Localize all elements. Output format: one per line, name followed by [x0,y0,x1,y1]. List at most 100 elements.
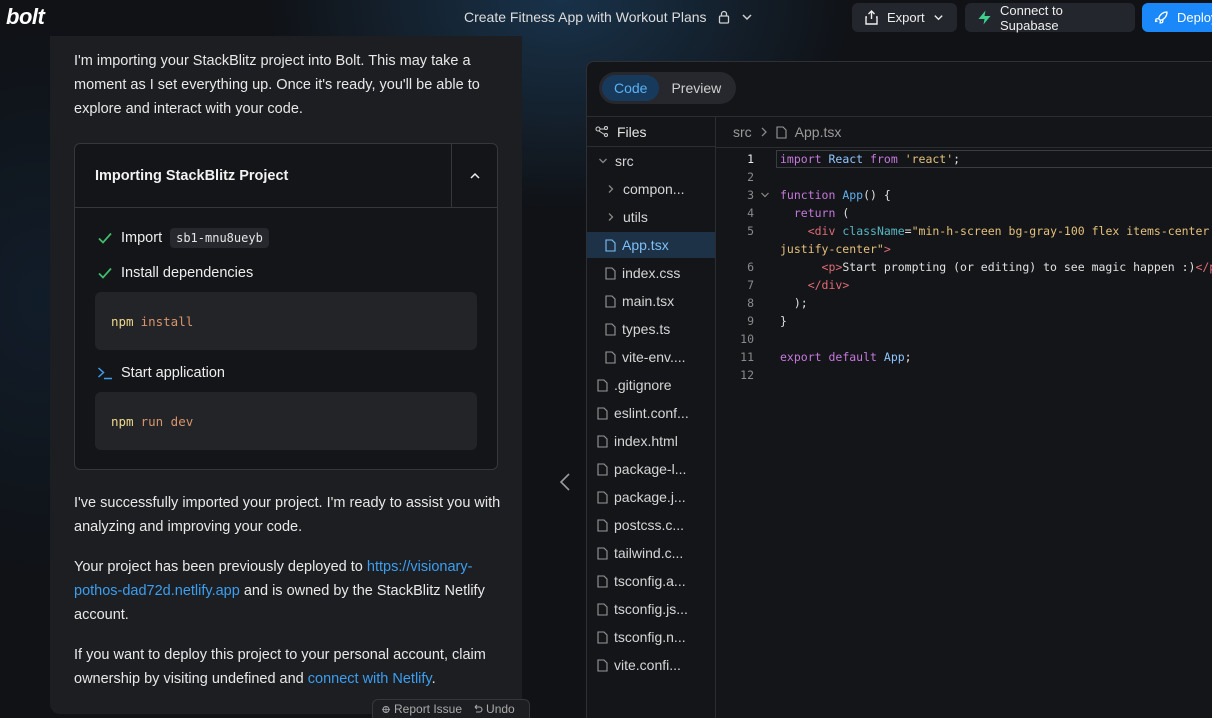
install-cmd-args: install [140,313,194,329]
chevron-right-icon [605,212,617,222]
code-line: 11 export default App; [716,348,1212,366]
tree-folder[interactable]: compon... [587,176,715,202]
tree-item-label: tailwind.c... [614,545,684,561]
code-line: 4 return ( [716,204,1212,222]
tree-file[interactable]: package-l... [587,456,715,482]
breadcrumb-file[interactable]: App.tsx [795,124,842,140]
tree-file[interactable]: tsconfig.n... [587,624,715,650]
file-icon [605,266,616,280]
tree-item-label: src [615,153,634,169]
rocket-icon [1154,10,1169,25]
code-text: import React from 'react'; [780,152,961,166]
chevron-down-icon [933,12,944,23]
line-number: 5 [747,224,754,238]
report-issue-button[interactable]: Report Issue [381,702,462,716]
code-text: ); [780,296,808,310]
tree-file[interactable]: postcss.c... [587,512,715,538]
tree-file[interactable]: eslint.conf... [587,400,715,426]
code-text: justify-center"> [780,242,891,256]
start-cmd-npm: npm [111,413,134,429]
file-icon [597,518,608,532]
tree-item-label: vite.confi... [614,657,681,673]
collapse-card-button[interactable] [451,144,497,208]
tree-item-label: package.j... [614,489,686,505]
deploy-msg-text: Your project has been previously deploye… [74,559,363,575]
file-icon [597,434,608,448]
file-icon [597,378,608,392]
tab-preview[interactable]: Preview [659,75,733,101]
start-cmd-args: run dev [140,413,194,429]
breadcrumb-folder[interactable]: src [733,124,752,140]
code-line: 6 <p>Start prompting (or editing) to see… [716,258,1212,276]
tree-file[interactable]: types.ts [587,316,715,342]
lock-icon[interactable] [717,10,731,24]
file-icon [597,658,608,672]
import-card-header[interactable]: Importing StackBlitz Project [75,144,497,208]
workbench-panel: Code Preview Files src compon... utils App.… [586,61,1212,718]
file-icon [605,322,616,336]
deploy-label: Deploy [1177,10,1212,25]
breadcrumb: src App.tsx [733,117,841,147]
tree-file[interactable]: tsconfig.js... [587,596,715,622]
file-icon [597,602,608,616]
tree-folder[interactable]: utils [587,204,715,230]
code-text: <p>Start prompting (or editing) to see m… [821,260,1212,274]
tree-file[interactable]: main.tsx [587,288,715,314]
code-line: 12 [716,366,1212,384]
tree-file[interactable]: vite-env.... [587,344,715,370]
tree-file[interactable]: package.j... [587,484,715,510]
chevron-right-icon [760,127,768,137]
tree-file[interactable]: tailwind.c... [587,540,715,566]
assistant-message-claim: If you want to deploy this project to yo… [74,643,504,691]
file-icon [597,406,608,420]
line-number: 3 [747,188,754,202]
tree-file[interactable]: vite.confi... [587,652,715,678]
file-icon [597,462,608,476]
code-line: 8 ); [716,294,1212,312]
file-icon [776,125,787,139]
tree-file[interactable]: index.html [587,428,715,454]
line-number: 9 [747,314,754,328]
line-number: 11 [740,350,754,364]
terminal-icon [97,365,113,381]
tree-item-label: eslint.conf... [614,405,689,421]
connect-supabase-button[interactable]: Connect to Supabase [965,3,1135,33]
undo-button[interactable]: Undo [472,702,515,716]
collapse-workbench-button[interactable] [558,472,572,497]
import-card-title: Importing StackBlitz Project [95,168,289,184]
tree-item-label: .gitignore [614,377,672,393]
check-icon [97,265,113,281]
import-artifact-card: Importing StackBlitz Project Import sb1-… [74,143,498,470]
bolt-logo[interactable]: bolt [6,4,45,30]
assistant-message-success: I've successfully imported your project.… [74,495,501,535]
code-line: 3 function App() { [716,186,1212,204]
tree-folder[interactable]: src [587,148,715,174]
bug-icon [381,704,391,714]
code-line: 5 <div className="min-h-screen bg-gray-1… [716,222,1212,240]
tab-code[interactable]: Code [602,75,660,101]
file-icon [597,630,608,644]
view-tabs: Code Preview [599,72,737,104]
tree-item-label: vite-env.... [622,349,686,365]
tree-item-label: index.html [614,433,678,449]
line-number: 7 [747,278,754,292]
code-text: <div className="min-h-screen bg-gray-100… [807,224,1210,238]
tree-file[interactable]: tsconfig.a... [587,568,715,594]
tree-file[interactable]: index.css [587,260,715,286]
tree-item-label: compon... [623,181,685,197]
project-title[interactable]: Create Fitness App with Workout Plans [464,9,707,25]
chevron-up-icon [469,170,481,182]
step-install: Install dependencies [97,265,253,281]
file-tree-icon [595,125,609,138]
connect-netlify-link[interactable]: connect with Netlify [308,671,432,687]
report-issue-label: Report Issue [394,702,463,716]
tree-item-label: utils [623,209,648,225]
line-number: 10 [740,332,754,346]
chevron-down-icon[interactable] [741,11,753,23]
line-number: 4 [747,206,754,220]
export-button[interactable]: Export [852,3,957,32]
deploy-button[interactable]: Deploy [1142,3,1212,32]
line-number: 8 [747,296,754,310]
tree-file[interactable]: App.tsx [587,232,715,258]
tree-file[interactable]: .gitignore [587,372,715,398]
